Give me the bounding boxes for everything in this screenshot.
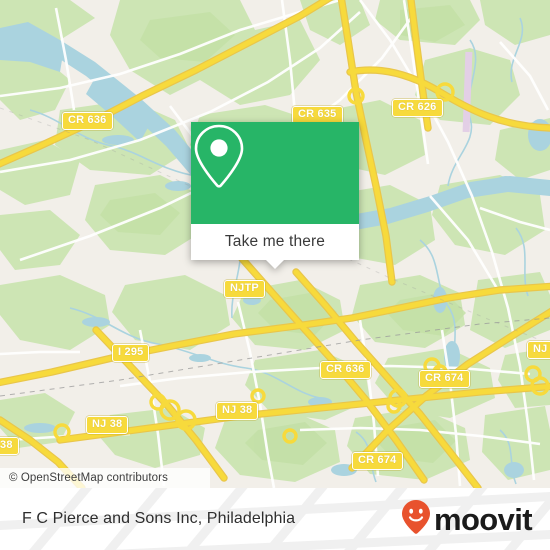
moovit-smiley-pin-icon <box>401 499 431 540</box>
callout-icon-area <box>191 122 359 224</box>
road-shield: CR 636 <box>320 361 371 379</box>
take-me-there-button[interactable]: Take me there <box>191 224 359 260</box>
road-shield: CR 674 <box>419 370 470 388</box>
map-attribution[interactable]: © OpenStreetMap contributors <box>0 468 210 488</box>
road-shield: NJ 38 <box>86 416 129 434</box>
take-me-there-label: Take me there <box>224 233 326 250</box>
road-shield: NJ 3 <box>527 341 550 359</box>
moovit-wordmark: moovit <box>433 501 533 537</box>
road-shield: CR 636 <box>62 112 113 130</box>
road-shield: NJ 38 <box>216 402 259 420</box>
attribution-text: © OpenStreetMap contributors <box>9 472 168 484</box>
callout-pointer-tail <box>266 260 284 269</box>
road-shield: 38 <box>0 437 19 455</box>
location-callout-card[interactable]: Take me there <box>191 122 359 269</box>
road-shield: NJTP <box>224 280 265 298</box>
footer-bar: F C Pierce and Sons Inc, Philadelphia mo… <box>0 488 550 550</box>
road-shield: CR 626 <box>392 99 443 117</box>
moovit-map-screenshot: CR 636 CR 635 CR 626 NJTP I 295 CR 636 C… <box>0 0 550 550</box>
map-canvas[interactable]: CR 636 CR 635 CR 626 NJTP I 295 CR 636 C… <box>0 0 550 488</box>
place-title-text: F C Pierce and Sons Inc, Philadelphia <box>22 510 296 527</box>
road-shield: CR 674 <box>352 452 403 470</box>
road-shield: I 295 <box>112 344 150 362</box>
place-title: F C Pierce and Sons Inc, Philadelphia <box>22 488 295 550</box>
moovit-logo[interactable]: moovit <box>401 488 533 550</box>
